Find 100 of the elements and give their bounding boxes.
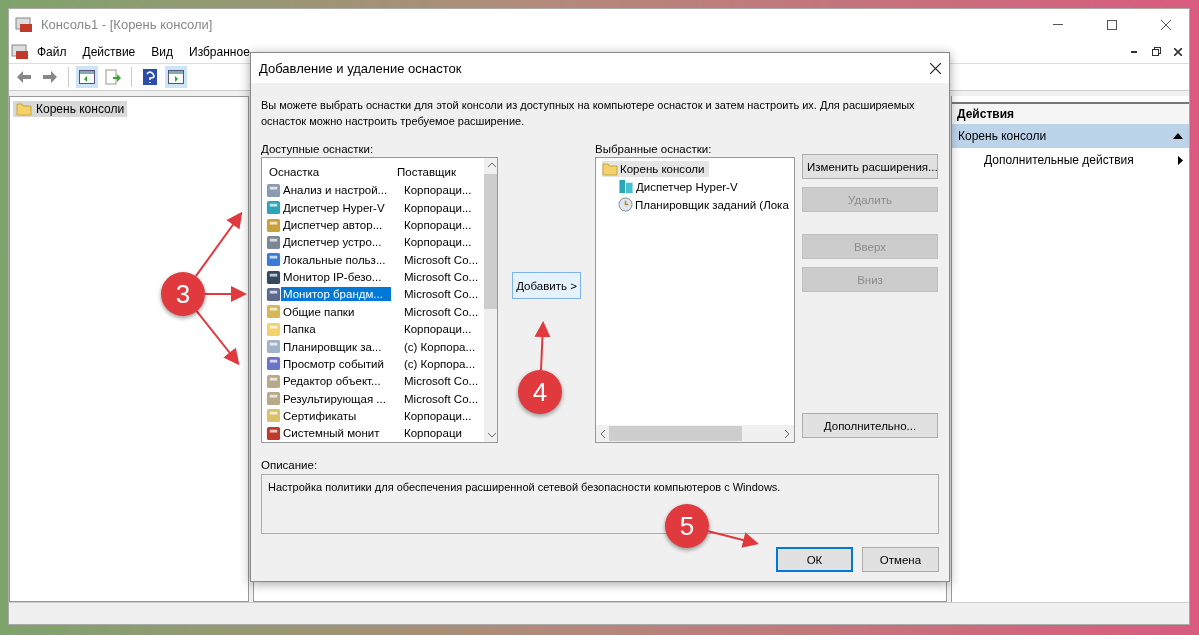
snap-in-name[interactable]: Системный монит — [281, 426, 391, 441]
tree-item[interactable]: Диспетчер Hyper-V — [618, 178, 742, 195]
snap-in-icon — [266, 373, 281, 389]
ok-button[interactable]: ОК — [776, 547, 853, 572]
actions-section[interactable]: Корень консоли — [952, 124, 1189, 148]
menu-item[interactable]: Действие — [74, 44, 144, 59]
snap-in-icon — [266, 252, 281, 268]
snap-in-icon — [266, 200, 281, 216]
snap-in-icon — [266, 391, 281, 407]
annotation-arrow — [534, 321, 551, 371]
dialog-title: Добавление и удаление оснасток — [259, 60, 462, 76]
vendor-cell: Корпораци — [404, 427, 462, 440]
close-icon[interactable] — [930, 62, 941, 74]
description-label: Описание: — [261, 459, 319, 471]
snap-in-name[interactable]: Планировщик за... — [281, 339, 391, 354]
scroll-up-icon — [487, 162, 496, 168]
snap-in-icon — [266, 321, 281, 337]
tree-toggle-button[interactable] — [76, 66, 98, 88]
server-icon — [618, 179, 634, 194]
vendor-cell: Корпораци... — [404, 201, 472, 214]
collapse-icon — [1173, 133, 1183, 139]
annotation-arrow — [707, 530, 759, 548]
snap-in-icon — [266, 304, 281, 320]
scroll-left-icon — [600, 429, 605, 438]
menu-item[interactable]: Вид — [143, 44, 181, 59]
cancel-button[interactable]: Отмена — [862, 547, 939, 572]
tree-item[interactable]: Корень консоли — [602, 161, 709, 177]
window-title: Консоль1 - [Корень консоли] — [41, 17, 214, 32]
snap-in-name[interactable]: Просмотр событий — [281, 356, 391, 371]
snap-in-name[interactable]: Папка — [281, 322, 391, 337]
tree-item[interactable]: Планировщик заданий (Лока — [618, 196, 793, 213]
minimize-icon — [1131, 50, 1137, 53]
vendor-cell: Корпораци... — [404, 409, 472, 422]
action-item[interactable]: Дополнительные действия — [952, 148, 1189, 172]
snap-in-name[interactable]: Диспетчер автор... — [281, 218, 391, 232]
vendor-cell: (c) Корпора... — [404, 357, 476, 370]
snap-in-icon — [266, 217, 281, 233]
vendor-cell: Microsoft Co... — [404, 271, 479, 284]
vendor-cell: Microsoft Co... — [404, 253, 479, 266]
export-icon — [105, 69, 121, 85]
vendor-cell: Корпораци... — [404, 184, 472, 197]
snap-in-name[interactable]: Сертификаты — [281, 408, 391, 423]
export-list-button[interactable] — [102, 66, 124, 88]
snap-in-icon — [266, 356, 281, 372]
close-icon — [1174, 47, 1182, 56]
snap-in-icon — [266, 339, 281, 355]
close-icon — [1161, 19, 1171, 30]
snap-in-name[interactable]: Результирующая ... — [281, 391, 391, 406]
horizontal-scrollbar[interactable] — [596, 425, 794, 442]
vertical-scrollbar[interactable] — [484, 158, 497, 442]
actions-header: Действия — [952, 102, 1189, 124]
pane-icon — [79, 70, 95, 84]
maximize-icon — [1107, 19, 1117, 30]
available-label: Доступные оснастки: — [261, 143, 375, 155]
help-icon — [143, 69, 157, 85]
console-app-icon — [15, 16, 33, 33]
folder-icon — [602, 162, 618, 176]
edit-extensions-button[interactable]: Изменить расширения... — [802, 154, 938, 179]
annotation-arrow — [204, 286, 247, 302]
snap-in-icon — [266, 408, 281, 424]
vendor-cell: Microsoft Co... — [404, 305, 479, 318]
annotation-arrow — [194, 211, 243, 278]
snap-in-name[interactable]: Монитор IP-безо... — [281, 270, 391, 285]
minimize-icon — [1053, 24, 1063, 25]
back-arrow-icon — [16, 70, 32, 84]
snap-in-name[interactable]: Редактор объект... — [281, 374, 391, 389]
submenu-icon — [1178, 155, 1183, 165]
vendor-cell: Корпораци... — [404, 236, 472, 249]
action-pane-button[interactable] — [165, 66, 187, 88]
intro-text: Вы можете выбрать оснастки для этой консоли из доступных на компьютере оснасток и затем настроить их. Для расширяемых оснасток можно настроить требуемое расширение. — [261, 98, 916, 129]
tree-item[interactable]: Корень консоли — [13, 101, 128, 117]
vendor-cell: (c) Корпора... — [404, 340, 476, 353]
vendor-cell: Microsoft Co... — [404, 392, 479, 405]
menu-item[interactable]: Файл — [29, 44, 75, 59]
snap-in-name[interactable]: Анализ и настрой... — [281, 183, 391, 198]
vendor-cell: Microsoft Co... — [404, 288, 479, 301]
advanced-button[interactable]: Дополнительно... — [802, 413, 938, 438]
annotation-arrow — [195, 310, 240, 366]
scroll-down-icon — [487, 432, 496, 438]
folder-icon — [16, 102, 32, 116]
column-header[interactable]: Поставщик — [394, 165, 484, 178]
clock-icon — [618, 197, 633, 212]
pane-icon — [168, 70, 184, 84]
snap-in-name[interactable]: Диспетчер Hyper-V — [281, 200, 391, 215]
vendor-cell: Корпораци... — [404, 219, 472, 231]
restore-icon — [1151, 47, 1161, 56]
selected-label: Выбранные оснастки: — [595, 143, 713, 155]
snap-in-name[interactable]: Локальные польз... — [281, 252, 391, 267]
forward-arrow-icon — [42, 70, 58, 84]
snap-in-name[interactable]: Монитор брандм... — [281, 287, 391, 302]
snap-in-icon — [266, 286, 281, 302]
snap-in-icon — [266, 182, 281, 198]
vendor-cell: Microsoft Co... — [404, 375, 479, 388]
vendor-cell: Корпораци... — [404, 323, 472, 336]
add-button[interactable]: Добавить > — [512, 272, 581, 299]
snap-in-icon — [266, 269, 281, 285]
column-header[interactable]: Оснастка — [266, 165, 394, 178]
snap-in-name[interactable]: Диспетчер устро... — [281, 235, 391, 250]
snap-in-name[interactable]: Общие папки — [281, 304, 391, 319]
snap-in-icon — [266, 234, 281, 250]
